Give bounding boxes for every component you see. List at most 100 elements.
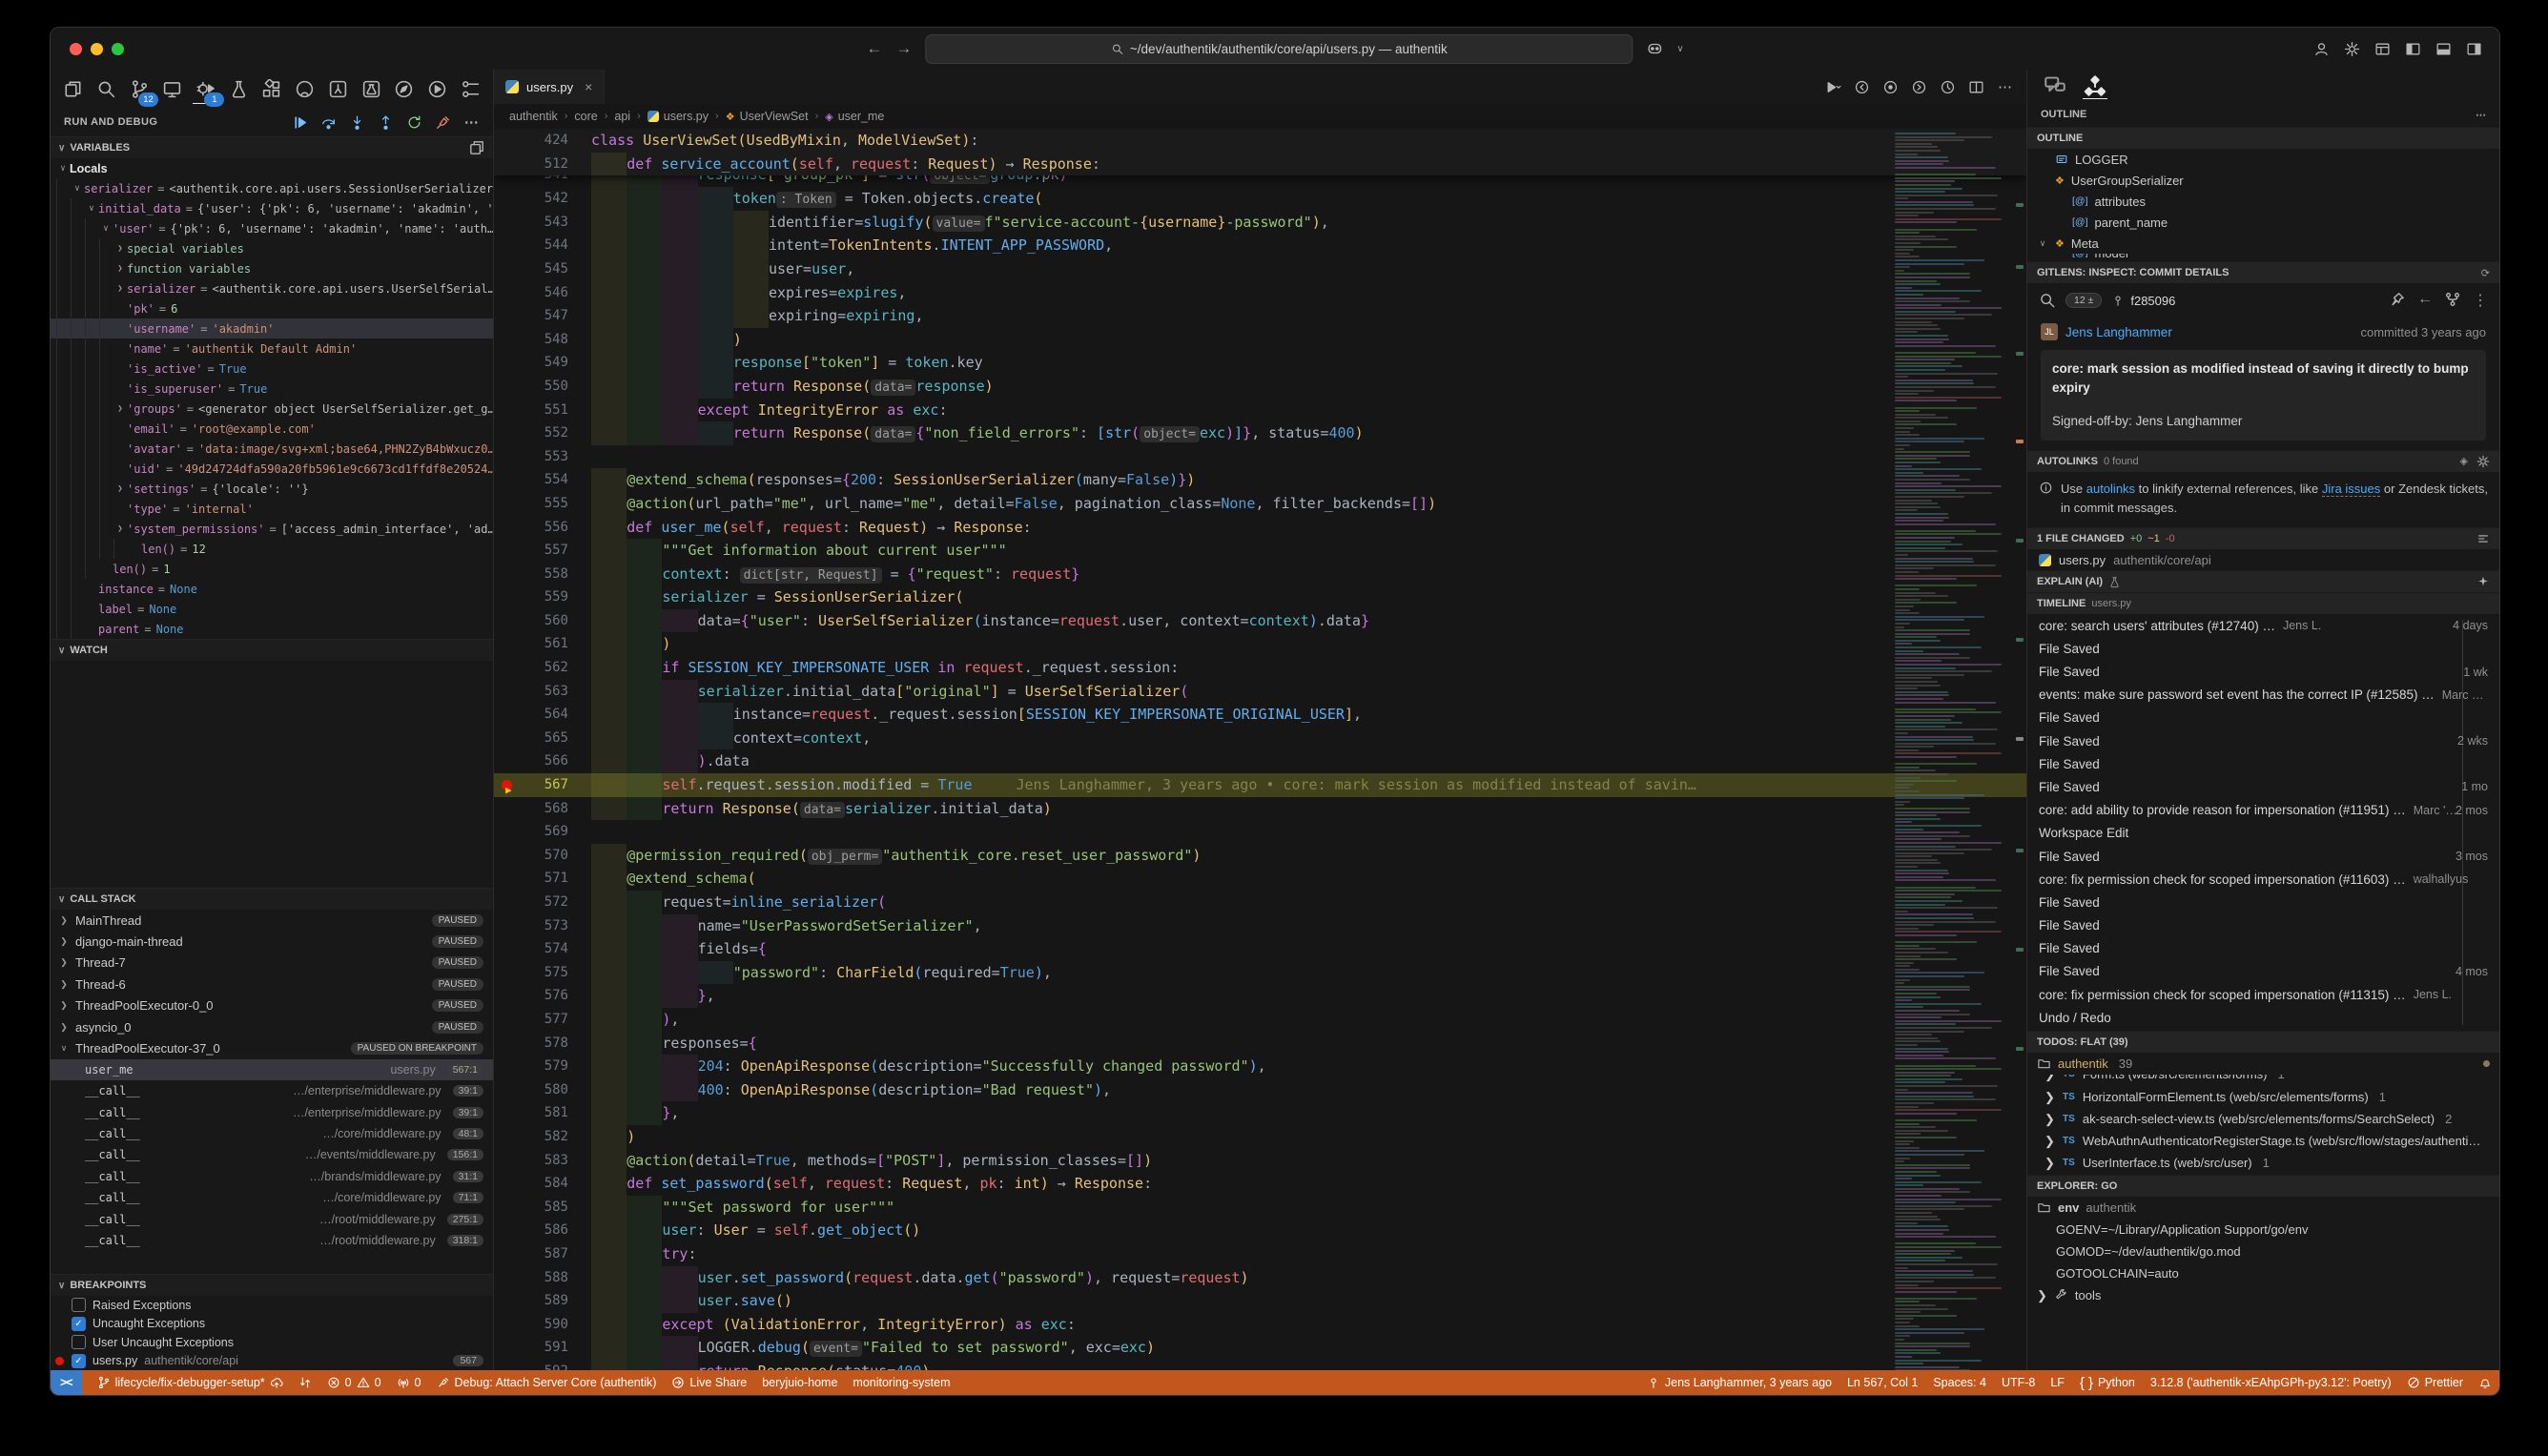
status-encoding[interactable]: UTF-8	[1994, 1376, 2043, 1389]
line-number[interactable]: 583	[494, 1149, 591, 1173]
outline-item-attributes[interactable]: [@]attributes	[2027, 191, 2499, 212]
activity-item-testing[interactable]	[225, 74, 252, 103]
autolinks-link[interactable]: autolinks	[2086, 482, 2135, 496]
status-branch-indicator[interactable]: lifecycle/fix-debugger-setup*	[90, 1376, 291, 1389]
line-number[interactable]: 591	[494, 1336, 591, 1360]
gitlens-section-header[interactable]: GITLENS: INSPECT: COMMIT DETAILS ⟳	[2027, 261, 2499, 283]
line-number[interactable]: 545	[494, 257, 591, 281]
variable-row[interactable]: len()=12	[51, 539, 493, 559]
search-commit-icon[interactable]	[2039, 292, 2056, 309]
variable-row[interactable]: ❯'settings'={'locale': ''}	[51, 479, 493, 499]
variable-row[interactable]: ❯function variables	[51, 258, 493, 278]
line-number[interactable]: 581	[494, 1101, 591, 1125]
status-notifications[interactable]	[2471, 1376, 2499, 1389]
step-back-icon[interactable]	[1854, 79, 1870, 95]
timeline-item[interactable]: File Saved1 wk	[2027, 660, 2499, 683]
graph-icon[interactable]	[2444, 291, 2461, 308]
line-number[interactable]: 573	[494, 914, 591, 938]
line-number[interactable]: 547	[494, 304, 591, 328]
activity-item-test-explorer[interactable]	[358, 74, 384, 103]
breadcrumb-item-core[interactable]: core	[574, 110, 597, 123]
line-number[interactable]: 558	[494, 563, 591, 586]
todo-file-row[interactable]: ❯TSForm.ts (web/src/elements/forms)1	[2027, 1075, 2499, 1085]
outline-item-logger[interactable]: LOGGER	[2027, 149, 2499, 170]
thread-row[interactable]: ∨ThreadPoolExecutor-37_0PAUSED ON BREAKP…	[51, 1037, 493, 1058]
timeline-item[interactable]: File Saved	[2027, 637, 2499, 660]
variable-row[interactable]: 'uid'='49d24724dfa590a20fb5961e9c6673cd1…	[51, 459, 493, 479]
line-number[interactable]: 577	[494, 1008, 591, 1032]
variable-row[interactable]: ❯special variables	[51, 238, 493, 258]
go-explorer-row[interactable]: envauthentik	[2027, 1197, 2499, 1219]
activity-item-explorer[interactable]	[60, 74, 87, 103]
variable-row[interactable]: 'is_superuser'=True	[51, 379, 493, 399]
stack-frame-row[interactable]: __call__…/enterprise/middleware.py39:1	[51, 1102, 493, 1123]
status-cursor-position[interactable]: Ln 567, Col 1	[1839, 1376, 1925, 1389]
author-link[interactable]: Jens Langhammer	[2065, 325, 2172, 339]
line-number[interactable]: 572	[494, 891, 591, 914]
commit-sha[interactable]: f285096	[2111, 294, 2175, 308]
timeline-item[interactable]: File Saved2 wks	[2027, 729, 2499, 752]
step-forward-icon[interactable]	[1911, 79, 1927, 95]
timeline-section-header[interactable]: TIMELINE users.py	[2027, 592, 2499, 614]
history-back-button[interactable]: ←	[866, 39, 882, 58]
todos-section-header[interactable]: TODOS: FLAT (39)	[2027, 1031, 2499, 1053]
line-number[interactable]: 569	[494, 820, 591, 844]
line-number[interactable]: 582	[494, 1125, 591, 1149]
variable-row[interactable]: 'email'='root@example.com'	[51, 419, 493, 439]
todo-file-row[interactable]: ❯TSWebAuthnAuthenticatorRegisterStage.ts…	[2027, 1130, 2499, 1152]
record-icon[interactable]	[1882, 79, 1899, 95]
line-number[interactable]: 589	[494, 1289, 591, 1313]
account-icon[interactable]	[2313, 41, 2330, 57]
line-number[interactable]: 576	[494, 984, 591, 1008]
status-prettier[interactable]: Prettier	[2399, 1376, 2471, 1389]
outline-section-header[interactable]: OUTLINE	[2027, 127, 2499, 149]
variable-row[interactable]: 'pk'=6	[51, 298, 493, 318]
activity-item-run-circle[interactable]	[424, 74, 451, 103]
step-into-button-icon[interactable]	[349, 114, 365, 131]
restart-button-icon[interactable]	[406, 114, 422, 131]
more-button-icon[interactable]: ⋯	[463, 114, 480, 131]
back-icon[interactable]: ←	[2417, 291, 2433, 310]
timeline-item[interactable]: core: fix permission check for scoped im…	[2027, 983, 2499, 1006]
line-number[interactable]: 424	[494, 129, 591, 153]
thread-row[interactable]: ❯Thread-7PAUSED	[51, 953, 493, 974]
changed-file-row[interactable]: users.py authentik/core/api	[2027, 549, 2499, 570]
breakpoint-row[interactable]: Raised Exceptions	[51, 1296, 493, 1315]
list-view-icon[interactable]	[2476, 532, 2490, 545]
tab-users-py[interactable]: users.py ×	[494, 70, 605, 104]
variable-row[interactable]: ∨serializer=<authentik.core.api.users.Se…	[51, 178, 493, 198]
variable-row[interactable]: ❯serializer=<authentik.core.api.users.Us…	[51, 278, 493, 298]
breadcrumb-item-user-me[interactable]: ◈user_me	[825, 110, 884, 123]
breadcrumb-item-api[interactable]: api	[614, 110, 630, 123]
outline-item-usergroupserializer[interactable]: ❖UserGroupSerializer	[2027, 170, 2499, 191]
copy-value-icon[interactable]	[468, 139, 485, 156]
command-center-search[interactable]: ~/dev/authentik/authentik/core/api/users…	[925, 34, 1633, 64]
line-number[interactable]: 557	[494, 539, 591, 563]
breakpoint-row[interactable]: ✓users.pyauthentik/core/api567	[51, 1352, 493, 1371]
status-eol[interactable]: LF	[2043, 1376, 2072, 1389]
timeline-item[interactable]: core: search users' attributes (#12740) …	[2027, 614, 2499, 637]
line-number[interactable]: 512	[494, 153, 591, 176]
go-explorer-row[interactable]: ❯tools	[2027, 1284, 2499, 1306]
pin-icon[interactable]	[2389, 291, 2406, 308]
timeline-item[interactable]: File Saved4 mos	[2027, 960, 2499, 983]
variable-row[interactable]: ∨'user'={'pk': 6, 'username': 'akadmin',…	[51, 218, 493, 238]
variable-row[interactable]: 'name'='authentik Default Admin'	[51, 338, 493, 359]
stack-frame-row[interactable]: __call__…/root/middleware.py275:1	[51, 1208, 493, 1229]
line-number[interactable]: 541	[494, 175, 591, 187]
variable-row[interactable]: label=None	[51, 599, 493, 619]
file-changed-section-header[interactable]: 1 FILE CHANGED +0 ~1 -0	[2027, 527, 2499, 549]
status-blame-info[interactable]: Jens Langhammer, 3 years ago	[1639, 1376, 1839, 1389]
timeline-item[interactable]: File Saved1 mo	[2027, 775, 2499, 798]
sparkle-icon[interactable]	[2476, 575, 2490, 588]
activity-item-source-control[interactable]: 12	[126, 74, 153, 103]
variable-row[interactable]: 'type'='internal'	[51, 499, 493, 519]
line-number[interactable]: 585	[494, 1196, 591, 1220]
activity-item-gitlens[interactable]	[391, 74, 418, 103]
step-out-button-icon[interactable]	[378, 114, 394, 131]
stack-frame-row[interactable]: __call__…/core/middleware.py71:1	[51, 1187, 493, 1208]
breakpoint-checkbox[interactable]	[72, 1298, 86, 1312]
jira-issues-link[interactable]: Jira issues	[2322, 482, 2380, 497]
line-number[interactable]: 549	[494, 351, 591, 375]
line-number[interactable]: 551	[494, 399, 591, 422]
